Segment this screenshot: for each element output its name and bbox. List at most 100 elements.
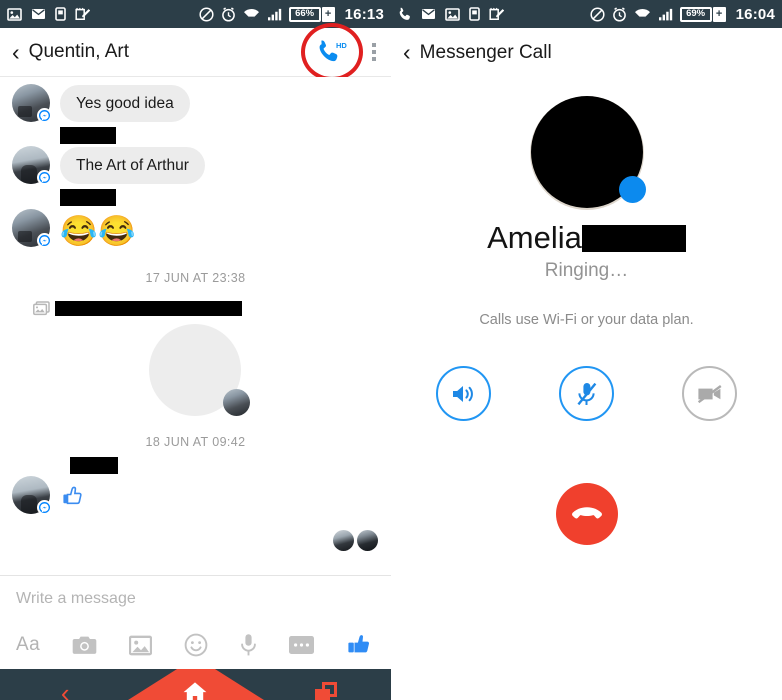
message-composer: Write a message Aa (0, 575, 391, 669)
messenger-call-screen: Amelia Ringing… Calls use Wi-Fi or your … (391, 96, 782, 700)
video-button[interactable] (682, 366, 737, 421)
photo-stack-icon (33, 301, 50, 316)
avatar (12, 476, 52, 515)
composer-toolbar: Aa (0, 621, 391, 669)
day-divider: 17 JUN AT 23:38 (145, 271, 246, 285)
battery-indicator: 66% + (288, 6, 335, 22)
thumbs-up-message-icon[interactable] (60, 483, 86, 514)
notepad-edit-icon (489, 7, 504, 20)
phone-hangup-icon (571, 507, 602, 519)
notepad-edit-icon (75, 7, 90, 20)
emoji-message[interactable]: 😂😂 (60, 217, 137, 247)
left-status-bar: 66% + 16:13 (0, 0, 391, 28)
recent-apps-glyph (314, 682, 337, 700)
left-navigation-bar: ‹ (0, 669, 391, 700)
avatar-quentin-small (222, 389, 250, 416)
speaker-icon (452, 385, 473, 402)
redacted-message (60, 189, 116, 206)
dual-screenshot-comparison: 66% + 16:13 ‹ Quentin, Art HD Yes good i… (0, 0, 782, 700)
message-row (0, 189, 391, 206)
sd-card-icon (469, 7, 480, 21)
caller-avatar-wrapper (391, 96, 782, 208)
messenger-badge-icon (37, 108, 52, 123)
do-not-disturb-icon (199, 6, 214, 22)
left-app-bar: ‹ Quentin, Art HD (0, 23, 391, 81)
battery-indicator: 69% + (679, 6, 726, 22)
seen-by-avatars (0, 530, 391, 551)
signal-bars-icon (267, 8, 281, 20)
day-divider: 18 JUN AT 09:42 (145, 435, 246, 449)
hd-phone-call-icon: HD (319, 40, 347, 62)
microphone-muted-icon (576, 382, 596, 405)
microphone-icon[interactable] (240, 633, 257, 657)
smiley-face-icon[interactable] (184, 633, 208, 657)
message-row: Yes good idea (0, 84, 391, 123)
redacted-caller-surname (581, 224, 686, 252)
alarm-clock-icon (612, 6, 626, 22)
right-status-bar: 69% + 16:04 (391, 0, 782, 28)
app-bar-actions: HD (301, 23, 379, 81)
svg-text:HD: HD (336, 41, 347, 50)
message-bubble[interactable]: The Art of Arthur (60, 146, 205, 184)
home-icon[interactable] (165, 681, 225, 700)
thumbs-up-icon[interactable] (346, 632, 373, 658)
signal-bars-icon (658, 8, 672, 20)
message-row: 😂😂 (0, 209, 391, 248)
battery-charging-symbol: + (321, 6, 335, 22)
status-system-icons: 69% + 16:04 (590, 6, 775, 23)
battery-body: 66% (288, 6, 321, 22)
back-button[interactable]: ‹ (403, 41, 411, 64)
status-notification-icons (7, 7, 90, 21)
seen-avatar-1 (333, 530, 354, 551)
status-notification-icons (398, 7, 504, 21)
message-thread[interactable]: Yes good idea The Art of Arthur 😂😂 17 JU… (0, 77, 391, 575)
image-icon (7, 7, 22, 21)
redacted-message (60, 127, 116, 144)
messenger-badge-icon (37, 170, 52, 185)
call-status: Ringing… (544, 260, 629, 281)
end-call-button[interactable] (555, 483, 618, 545)
envelope-icon (32, 9, 45, 19)
messenger-badge-icon (37, 233, 52, 248)
back-icon[interactable]: ‹ (35, 680, 95, 700)
image-icon[interactable] (129, 635, 153, 656)
status-system-icons: 66% + 16:13 (199, 6, 384, 23)
speaker-button[interactable] (436, 366, 491, 421)
mute-button[interactable] (559, 366, 614, 421)
hd-call-button[interactable]: HD (301, 23, 363, 81)
redacted-attachment-caption (55, 301, 242, 316)
camera-icon[interactable] (72, 635, 97, 656)
battery-percent: 69% (686, 8, 706, 20)
caller-name: Amelia (487, 220, 582, 255)
end-call-wrapper (391, 483, 782, 545)
clock-time: 16:13 (344, 5, 384, 23)
seen-avatar-2 (357, 530, 378, 551)
ellipsis-icon[interactable] (289, 636, 315, 654)
avatar (12, 146, 52, 185)
back-button[interactable]: ‹ (12, 40, 20, 64)
call-data-note: Calls use Wi-Fi or your data plan. (479, 312, 694, 328)
message-bubble[interactable]: Yes good idea (60, 84, 190, 122)
call-controls (391, 366, 782, 421)
alarm-clock-icon (221, 6, 235, 22)
kebab-menu-icon[interactable] (369, 39, 379, 65)
clock-time: 16:04 (735, 5, 775, 23)
image-icon (445, 7, 460, 21)
right-phone-screen: 69% + 16:04 ‹ Messenger Call Amelia Ring… (391, 0, 782, 700)
message-row (0, 457, 391, 474)
battery-body: 69% (679, 6, 712, 22)
message-input[interactable]: Write a message (0, 576, 391, 621)
message-row (0, 127, 391, 144)
caller-name-row: Amelia (391, 220, 782, 256)
messenger-badge-icon (618, 176, 646, 203)
page-title: Messenger Call (419, 41, 552, 63)
recent-apps-icon[interactable] (296, 682, 356, 700)
gray-circle-photo[interactable] (148, 324, 250, 416)
phone-icon (399, 7, 410, 20)
avatar (12, 209, 52, 248)
conversation-title: Quentin, Art (28, 41, 130, 62)
battery-charging-symbol: + (712, 6, 726, 22)
aa-text-icon[interactable]: Aa (16, 634, 40, 656)
right-app-bar: ‹ Messenger Call (391, 28, 782, 77)
do-not-disturb-icon (590, 6, 605, 22)
